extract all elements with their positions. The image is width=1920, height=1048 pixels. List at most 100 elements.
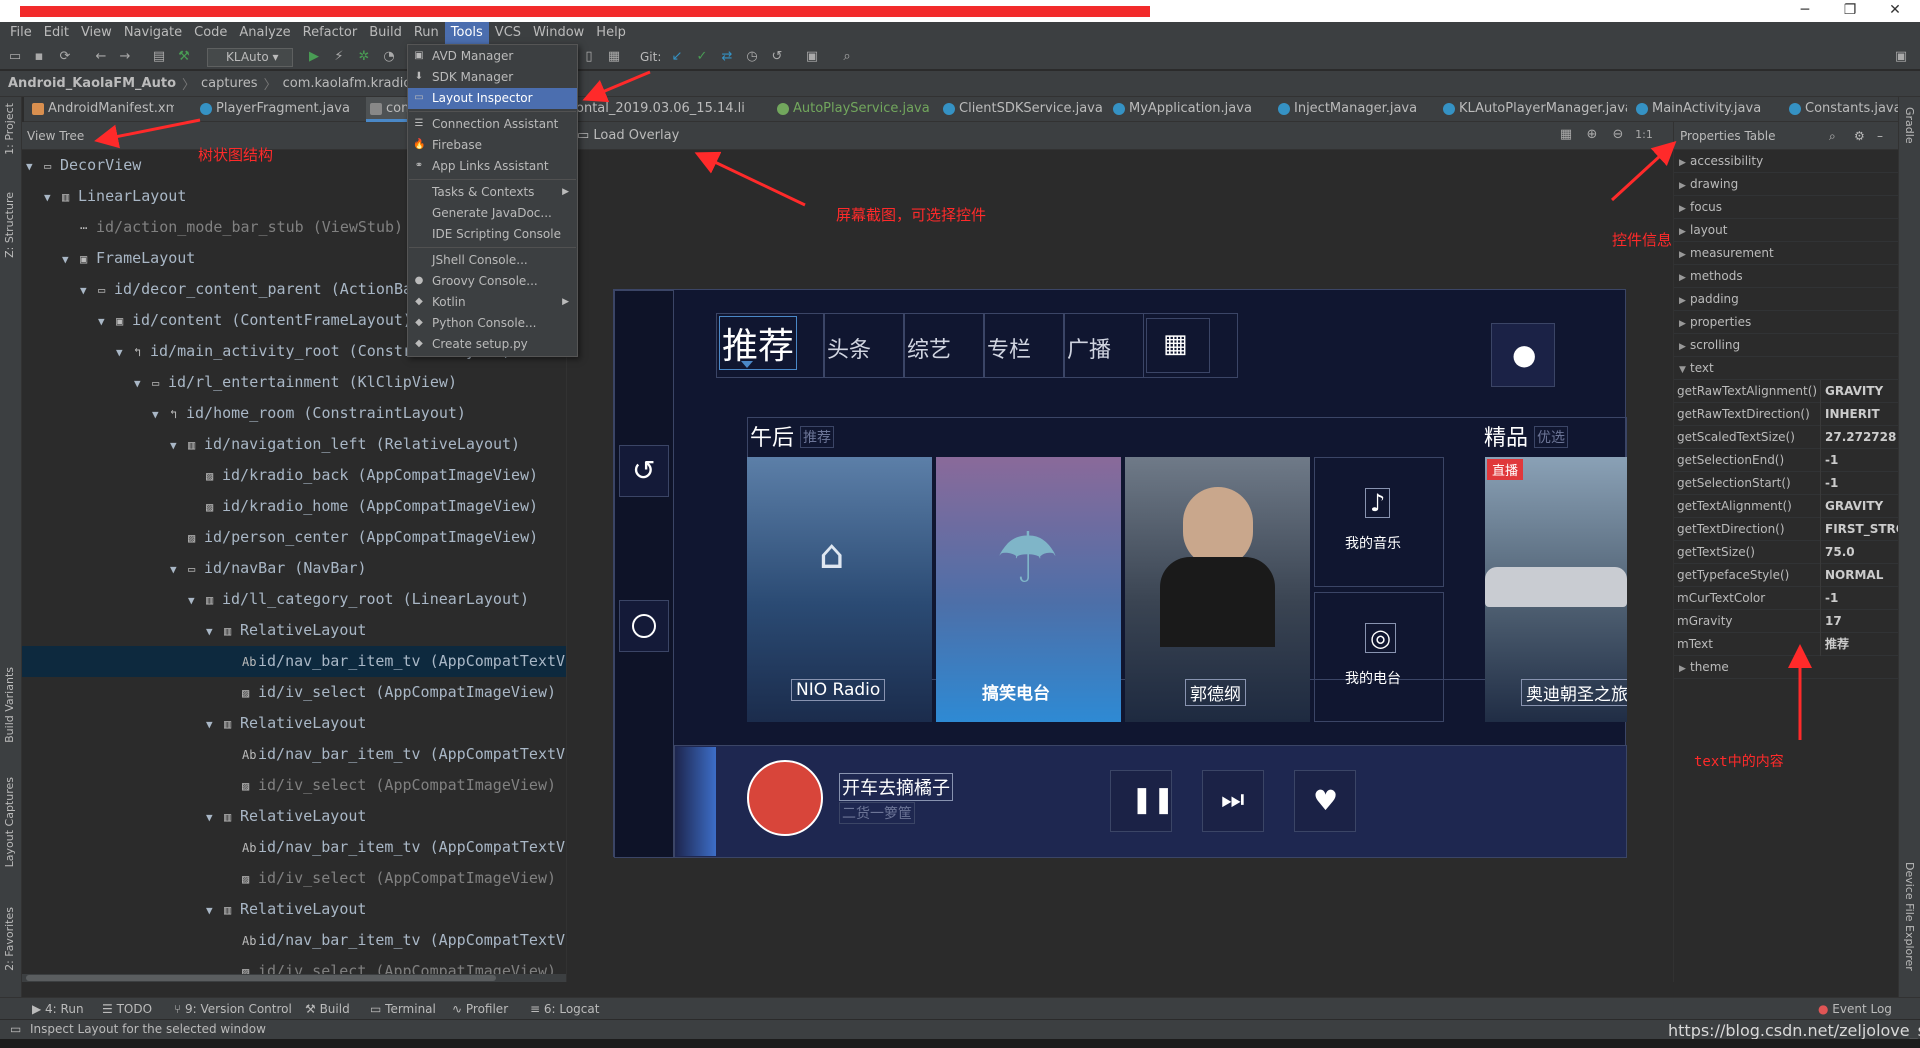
maximize-icon[interactable]: ❐ xyxy=(1830,2,1870,20)
tools-menu-item[interactable]: ▭ Layout Inspector xyxy=(408,88,577,109)
zoom-out-icon[interactable]: ⊖ xyxy=(1609,126,1627,144)
property-group[interactable]: ▶ focus xyxy=(1674,196,1898,219)
property-group[interactable]: ▶ layout xyxy=(1674,219,1898,242)
expand-arrow-icon[interactable]: ▼ xyxy=(116,337,134,368)
breadcrumb-file[interactable]: com.kaolafm.kradio.l xyxy=(283,76,419,91)
debug-icon[interactable]: ✲ xyxy=(355,48,373,66)
git-revert-icon[interactable]: ↺ xyxy=(768,48,786,66)
tree-node[interactable]: Ab id/nav_bar_item_tv (AppCompatTextV xyxy=(22,832,566,863)
grid-icon[interactable]: ▦ xyxy=(1557,126,1575,144)
tools-menu-item[interactable]: ☰ Connection Assistant xyxy=(408,114,577,135)
make-project-icon[interactable]: ▤ xyxy=(150,48,168,66)
property-row[interactable]: getSelectionEnd() -1 xyxy=(1674,449,1898,472)
my-music-tile[interactable]: ♪ 我的音乐 xyxy=(1314,457,1444,587)
tree-node[interactable]: ▼ ▥ RelativeLayout xyxy=(22,894,566,925)
tab-myapplication[interactable]: MyApplication.java xyxy=(1109,97,1269,122)
collapse-arrow-icon[interactable]: ▶ xyxy=(1674,313,1690,336)
run-config-select[interactable]: KLAuto ▾ xyxy=(207,48,293,67)
tools-menu-item[interactable]: ⚭ App Links Assistant xyxy=(408,156,577,177)
collapse-arrow-icon[interactable]: ▶ xyxy=(1674,658,1690,681)
expand-arrow-icon[interactable]: ▼ xyxy=(62,244,80,275)
card-audi[interactable]: 直播 奥迪朝圣之旅 xyxy=(1485,457,1627,722)
property-group[interactable]: ▶ properties xyxy=(1674,311,1898,334)
property-group[interactable]: ▶ measurement xyxy=(1674,242,1898,265)
minimize-icon[interactable]: ─ xyxy=(1785,2,1825,20)
expand-arrow-icon[interactable]: ▼ xyxy=(206,802,224,833)
project-tool-button[interactable]: 1: Project xyxy=(3,103,16,155)
device-icon[interactable]: ▯ xyxy=(580,48,598,66)
event-log-button[interactable]: ● Event Log xyxy=(1818,1002,1892,1016)
load-overlay-button[interactable]: ▭ Load Overlay xyxy=(577,128,679,143)
nav-tab-1[interactable]: 头条 xyxy=(824,313,904,378)
card-funny-radio[interactable]: ☂ 搞笑电台 xyxy=(936,457,1121,722)
nav-tab-0[interactable]: 推荐 xyxy=(716,313,824,378)
open-folder-icon[interactable]: ▭ xyxy=(6,48,24,66)
nav-tab-2[interactable]: 综艺 xyxy=(904,313,984,378)
collapse-arrow-icon[interactable]: ▶ xyxy=(1674,152,1690,175)
apply-changes-icon[interactable]: ⚡ xyxy=(330,48,348,66)
property-row[interactable]: mCurTextColor -1 xyxy=(1674,587,1898,610)
tree-node[interactable]: ▨ id/person_center (AppCompatImageView) xyxy=(22,522,566,553)
tools-menu-item[interactable]: ◆ Create setup.py xyxy=(408,334,577,355)
layout-captures-tool-button[interactable]: Layout Captures xyxy=(3,777,16,867)
favorite-button[interactable]: ♥ xyxy=(1294,770,1356,832)
property-row[interactable]: getScaledTextSize() 27.272728 xyxy=(1674,426,1898,449)
tools-menu-item[interactable]: 🔥 Firebase xyxy=(408,135,577,156)
expand-arrow-icon[interactable]: ▼ xyxy=(26,151,44,182)
tree-node[interactable]: ▨ id/iv_select (AppCompatImageView) xyxy=(22,863,566,894)
tools-menu-item[interactable]: ▣ AVD Manager xyxy=(408,46,577,67)
property-group[interactable]: ▼ text xyxy=(1674,357,1898,380)
tree-node[interactable]: ▼ ▭ id/navBar (NavBar) xyxy=(22,553,566,584)
tab-autoplayservice[interactable]: AutoPlayService.java xyxy=(773,97,933,122)
tab-androidmanifest[interactable]: AndroidManifest.xml xyxy=(28,97,174,122)
tools-menu-item[interactable]: IDE Scripting Console xyxy=(408,224,577,245)
my-radio-tile[interactable]: ◎ 我的电台 xyxy=(1314,592,1444,722)
expand-arrow-icon[interactable]: ▼ xyxy=(152,399,170,430)
tab-capture-2[interactable]: ontal_2019.03.06_15.14.li xyxy=(572,97,767,122)
menu-build[interactable]: Build xyxy=(363,22,408,44)
nav-tab-4[interactable]: 广播 xyxy=(1064,313,1144,378)
collapse-arrow-icon[interactable]: ▶ xyxy=(1674,221,1690,244)
menu-help[interactable]: Help xyxy=(590,22,632,44)
save-icon[interactable]: ▪ xyxy=(30,48,48,66)
tools-menu-item[interactable]: JShell Console... xyxy=(408,250,577,271)
tab-clientsdkservice[interactable]: ClientSDKService.java xyxy=(939,97,1104,122)
menu-file[interactable]: File xyxy=(4,22,38,44)
property-row[interactable]: getTextSize() 75.0 xyxy=(1674,541,1898,564)
tools-menu-item[interactable]: Tasks & Contexts ▶ xyxy=(408,182,577,203)
card-nio-radio[interactable]: ⌂ NIO Radio xyxy=(747,457,932,722)
property-row[interactable]: mText 推荐 xyxy=(1674,633,1898,656)
build-variants-tool-button[interactable]: Build Variants xyxy=(3,667,16,743)
collapse-arrow-icon[interactable]: ▶ xyxy=(1674,198,1690,221)
expand-arrow-icon[interactable]: ▼ xyxy=(1674,359,1690,382)
tools-menu-item[interactable]: Generate JavaDoc... xyxy=(408,203,577,224)
expand-arrow-icon[interactable]: ▼ xyxy=(206,709,224,740)
menu-view[interactable]: View xyxy=(75,22,118,44)
tree-node[interactable]: Ab id/nav_bar_item_tv (AppCompatTextV xyxy=(22,646,566,677)
menu-window[interactable]: Window xyxy=(527,22,590,44)
gear-icon[interactable]: ⚙ xyxy=(1854,122,1865,150)
property-row[interactable]: getSelectionStart() -1 xyxy=(1674,472,1898,495)
git-history-icon[interactable]: ◷ xyxy=(743,48,761,66)
tab-playerfragment[interactable]: PlayerFragment.java xyxy=(196,97,366,122)
tree-node[interactable]: ▼ ▥ id/ll_category_root (LinearLayout) xyxy=(22,584,566,616)
tab-klautoplayermanager[interactable]: KLAutoPlayerManager.java xyxy=(1439,97,1627,122)
menu-run[interactable]: Run xyxy=(408,22,445,44)
property-group[interactable]: ▶ padding xyxy=(1674,288,1898,311)
forward-icon[interactable]: → xyxy=(116,48,134,66)
todo-tool-button[interactable]: ☰ TODO xyxy=(102,1002,152,1016)
device-file-explorer-tool-button[interactable]: Device File Explorer xyxy=(1903,862,1916,971)
menu-code[interactable]: Code xyxy=(188,22,233,44)
user-icon[interactable]: ▣ xyxy=(1892,48,1910,66)
property-group[interactable]: ▶ scrolling xyxy=(1674,334,1898,357)
close-icon[interactable]: ✕ xyxy=(1875,2,1915,20)
expand-arrow-icon[interactable]: ▼ xyxy=(44,182,62,213)
expand-arrow-icon[interactable]: ▼ xyxy=(188,585,206,616)
tree-node[interactable]: ▼ ↰ id/home_room (ConstraintLayout) xyxy=(22,398,566,430)
collapse-arrow-icon[interactable]: ▶ xyxy=(1674,336,1690,359)
tools-menu-item[interactable]: ◆ Kotlin ▶ xyxy=(408,292,577,313)
navigation-left[interactable] xyxy=(614,290,674,858)
back-button[interactable]: ↺ xyxy=(619,445,669,497)
pause-button[interactable]: ❚❚ xyxy=(1110,770,1175,832)
hammer-icon[interactable]: ⚒ xyxy=(175,48,193,66)
